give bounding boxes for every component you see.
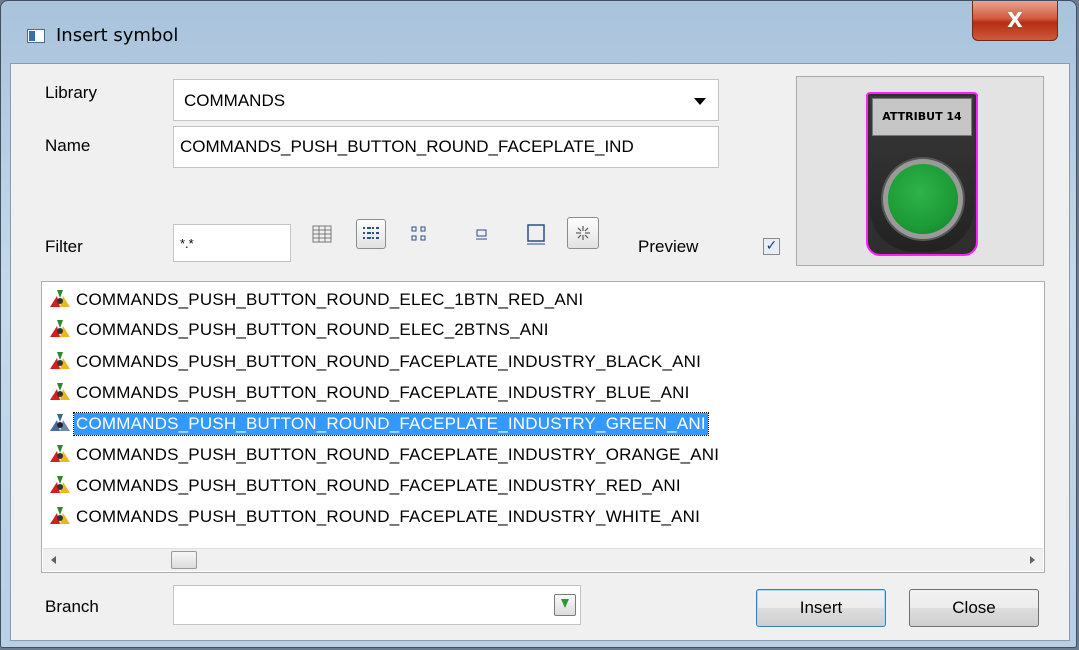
medium-icon-view-button[interactable] bbox=[467, 219, 497, 249]
checkmark-icon: ✓ bbox=[765, 238, 778, 254]
green-push-button-icon bbox=[888, 164, 958, 234]
list-view-button[interactable] bbox=[356, 219, 386, 249]
scrollbar-thumb[interactable] bbox=[171, 551, 197, 569]
details-view-button[interactable] bbox=[307, 219, 337, 249]
horizontal-scrollbar[interactable] bbox=[43, 548, 1043, 571]
dialog-body: Library COMMANDS Name Filter bbox=[10, 63, 1070, 641]
library-label: Library bbox=[45, 83, 97, 102]
symbol-icon bbox=[46, 317, 74, 343]
symbol-list[interactable]: COMMANDS_PUSH_BUTTON_ROUND_ELEC_1BTN_RED… bbox=[41, 281, 1045, 573]
symbol-icon bbox=[46, 504, 74, 530]
library-value: COMMANDS bbox=[184, 91, 286, 110]
animation-icon bbox=[576, 226, 590, 240]
list-item[interactable]: COMMANDS_PUSH_BUTTON_ROUND_FACEPLATE_IND… bbox=[46, 378, 692, 408]
medium-icon-view-icon bbox=[476, 229, 487, 240]
list-item[interactable]: COMMANDS_PUSH_BUTTON_ROUND_FACEPLATE_IND… bbox=[46, 440, 721, 470]
large-icon-view-icon bbox=[527, 224, 545, 245]
window-close-button[interactable]: X bbox=[972, 1, 1058, 41]
name-label: Name bbox=[45, 136, 91, 155]
insert-button[interactable]: Insert bbox=[756, 589, 886, 627]
symbol-icon bbox=[46, 287, 74, 313]
preview-checkbox[interactable]: ✓ bbox=[763, 238, 780, 255]
scroll-left-arrow-icon[interactable] bbox=[51, 556, 56, 564]
animation-toggle-button[interactable] bbox=[567, 217, 599, 249]
insert-symbol-dialog: Insert symbol X Library COMMANDS Name Fi… bbox=[0, 0, 1077, 648]
chevron-down-icon[interactable] bbox=[694, 98, 706, 105]
symbol-icon bbox=[46, 442, 74, 468]
list-item[interactable]: COMMANDS_PUSH_BUTTON_ROUND_FACEPLATE_IND… bbox=[46, 471, 683, 501]
push-button-ring bbox=[881, 157, 965, 241]
library-dropdown[interactable]: COMMANDS bbox=[173, 79, 719, 121]
close-button[interactable]: Close bbox=[909, 589, 1039, 627]
branch-label: Branch bbox=[45, 597, 99, 616]
filter-label: Filter bbox=[45, 237, 83, 256]
branch-download-icon[interactable] bbox=[554, 594, 576, 616]
scroll-right-arrow-icon[interactable] bbox=[1030, 556, 1035, 564]
title-bar[interactable]: Insert symbol X bbox=[1, 1, 1076, 63]
symbol-icon bbox=[46, 380, 74, 406]
symbol-icon bbox=[46, 349, 74, 375]
app-icon bbox=[27, 29, 45, 43]
symbol-attribute-label: ATTRIBUT 14 bbox=[872, 98, 972, 136]
list-item[interactable]: COMMANDS_PUSH_BUTTON_ROUND_FACEPLATE_IND… bbox=[46, 347, 703, 377]
list-item[interactable]: COMMANDS_PUSH_BUTTON_ROUND_FACEPLATE_IND… bbox=[46, 502, 702, 532]
small-icons-view-icon bbox=[411, 226, 426, 241]
list-view-icon bbox=[363, 227, 379, 239]
list-item[interactable]: COMMANDS_PUSH_BUTTON_ROUND_ELEC_2BTNS_AN… bbox=[46, 315, 551, 345]
symbol-preview-panel: ATTRIBUT 14 bbox=[796, 76, 1044, 266]
filter-input[interactable] bbox=[173, 224, 291, 262]
symbol-preview: ATTRIBUT 14 bbox=[866, 92, 978, 256]
dialog-title: Insert symbol bbox=[56, 25, 179, 46]
list-item-selected[interactable]: COMMANDS_PUSH_BUTTON_ROUND_FACEPLATE_IND… bbox=[46, 409, 709, 439]
details-view-icon bbox=[312, 225, 332, 243]
list-item[interactable]: COMMANDS_PUSH_BUTTON_ROUND_ELEC_1BTN_RED… bbox=[46, 285, 585, 315]
symbol-icon bbox=[46, 411, 74, 437]
large-icon-view-button[interactable] bbox=[521, 219, 551, 249]
symbol-icon bbox=[46, 473, 74, 499]
small-icons-view-button[interactable] bbox=[404, 219, 434, 249]
branch-field[interactable] bbox=[173, 585, 581, 625]
preview-label: Preview bbox=[638, 237, 699, 256]
name-field[interactable] bbox=[173, 126, 719, 168]
